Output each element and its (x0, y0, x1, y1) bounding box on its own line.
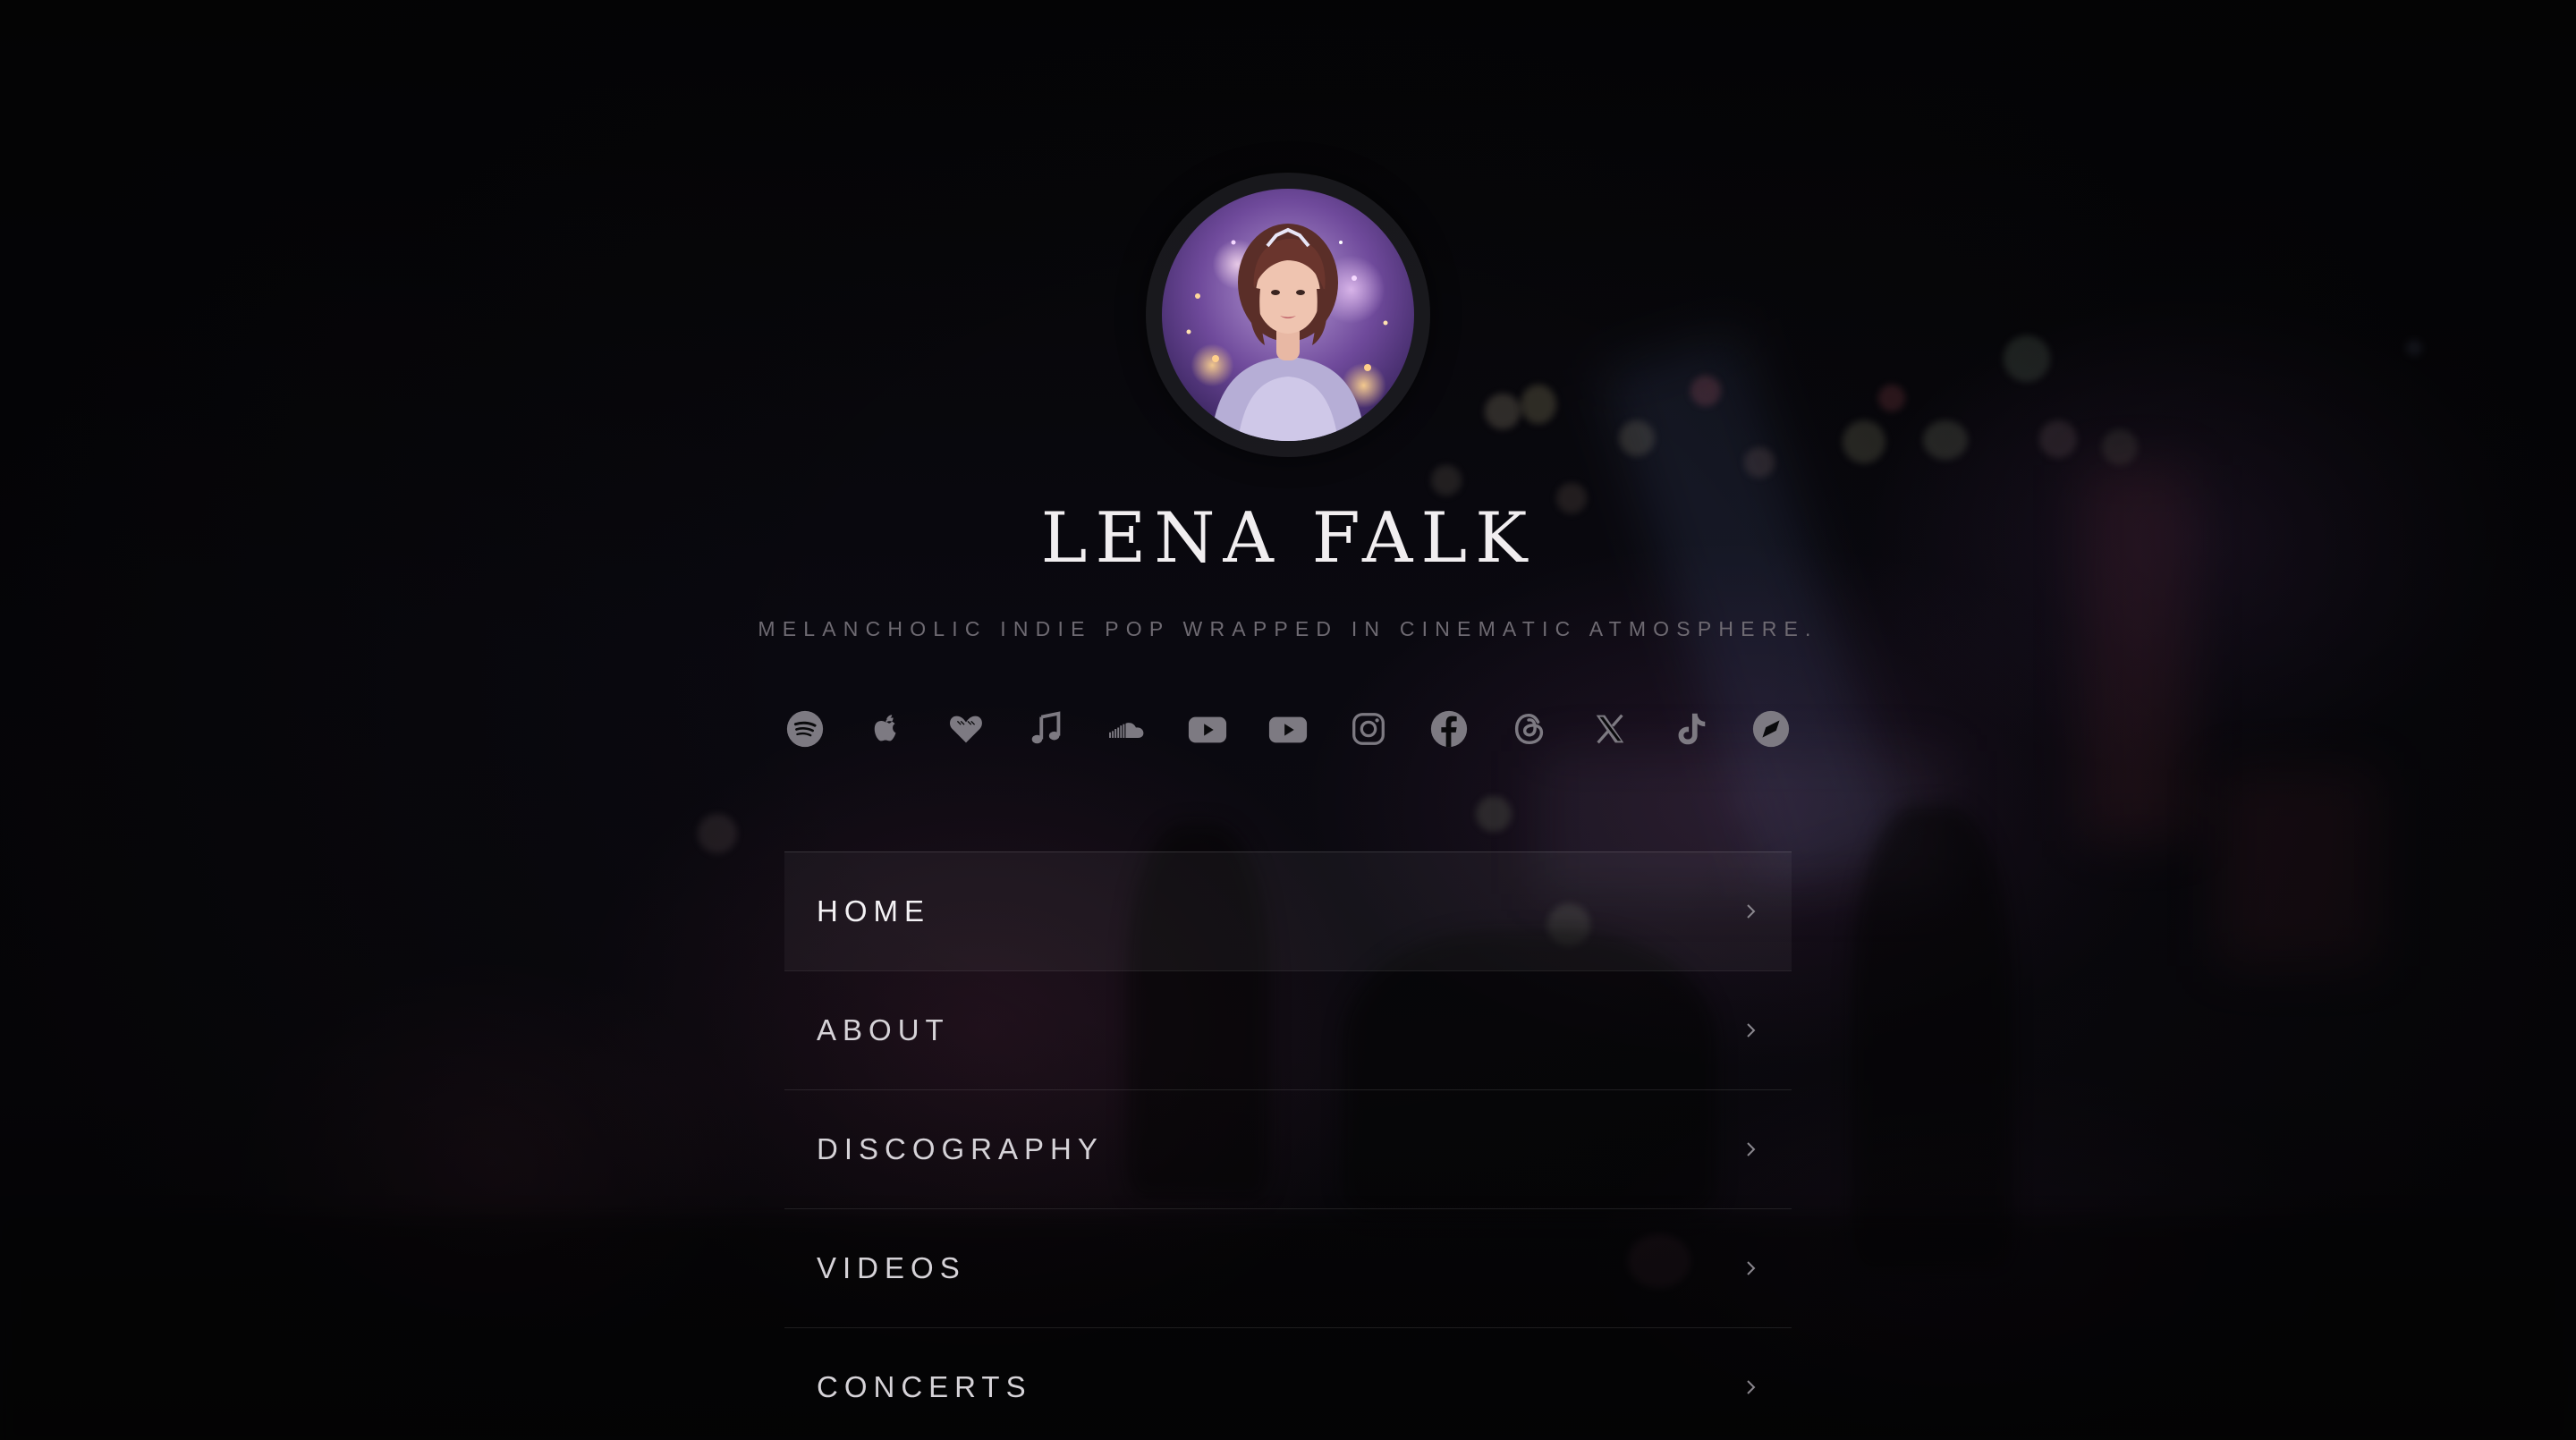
chevron-right-icon (1747, 1142, 1756, 1156)
instagram-link[interactable] (1346, 707, 1391, 751)
youtube-music-icon (1268, 716, 1308, 743)
nav-item-discography[interactable]: DISCOGRAPHY (784, 1089, 1792, 1208)
nav-item-label: VIDEOS (817, 1251, 966, 1284)
artist-portrait (1186, 224, 1388, 441)
tiktok-icon (1678, 713, 1706, 745)
x-icon (1596, 714, 1624, 744)
spotify-icon (786, 710, 824, 748)
facebook-link[interactable] (1427, 707, 1471, 751)
instagram-icon (1352, 713, 1385, 745)
nav-item-about[interactable]: ABOUT (784, 970, 1792, 1089)
main-navigation: HOME ABOUT DISCOGRAPHY VIDEOS CONCERTS (784, 851, 1792, 1440)
x-link[interactable] (1588, 707, 1632, 751)
nav-item-concerts[interactable]: CONCERTS (784, 1327, 1792, 1440)
chevron-right-icon (1747, 1261, 1756, 1275)
youtube-icon (1188, 716, 1227, 743)
bandsintown-link[interactable] (1749, 707, 1793, 751)
soundcloud-icon (1109, 723, 1144, 738)
threads-link[interactable] (1507, 707, 1552, 751)
social-links (0, 707, 2576, 755)
music-note-icon (1031, 711, 1061, 744)
artist-name: LENA FALK (1040, 498, 1536, 579)
chevron-right-icon (1747, 1023, 1756, 1038)
nav-item-home[interactable]: HOME (784, 851, 1792, 970)
deezer-link[interactable] (944, 707, 988, 751)
chevron-right-icon (1747, 904, 1756, 919)
artist-tagline: MELANCHOLIC INDIE POP WRAPPED IN CINEMAT… (758, 617, 1818, 640)
threads-icon (1514, 713, 1544, 745)
nav-item-label: DISCOGRAPHY (817, 1132, 1104, 1165)
chevron-right-icon (1747, 1380, 1756, 1394)
apple-music-link[interactable] (863, 707, 908, 751)
avatar (1162, 189, 1414, 441)
spotify-link[interactable] (783, 707, 827, 751)
heart-icon (950, 716, 982, 743)
tiktok-link[interactable] (1668, 707, 1713, 751)
nav-item-videos[interactable]: VIDEOS (784, 1208, 1792, 1327)
nav-item-label: ABOUT (817, 1013, 950, 1046)
soundcloud-link[interactable] (1105, 707, 1149, 751)
youtube-link[interactable] (1185, 707, 1230, 751)
bandsintown-icon (1752, 710, 1790, 748)
youtube-music-link[interactable] (1266, 707, 1310, 751)
apple-icon (874, 715, 896, 741)
music-link[interactable] (1024, 707, 1069, 751)
link-page: LENA FALK MELANCHOLIC INDIE POP WRAPPED … (0, 0, 2576, 1440)
nav-item-label: HOME (817, 894, 930, 928)
nav-item-label: CONCERTS (817, 1370, 1032, 1403)
facebook-icon (1430, 710, 1468, 748)
